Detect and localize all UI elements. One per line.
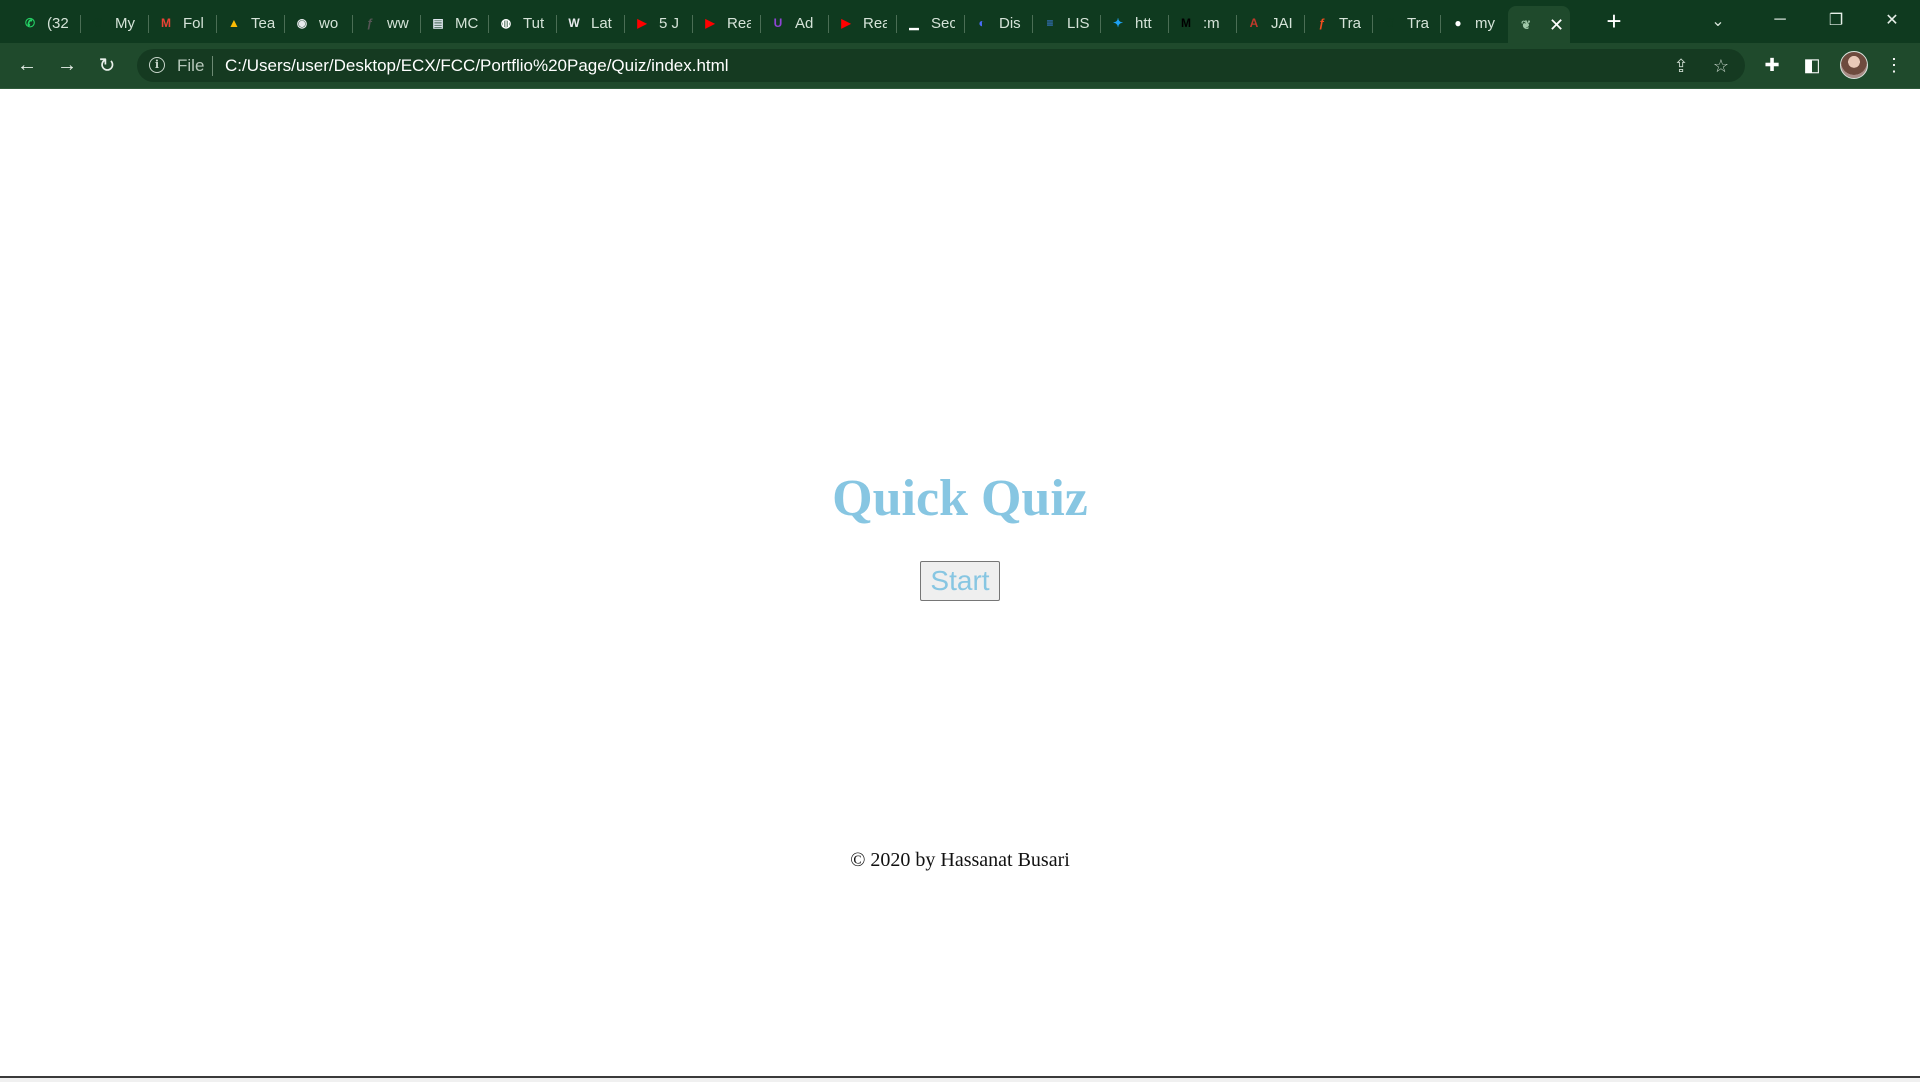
browser-tab[interactable]: ◍ Tut xyxy=(488,6,556,40)
browser-tab[interactable]: ✆ (32 xyxy=(12,6,80,40)
tab-title: :m xyxy=(1203,14,1220,32)
tab-title: Fol xyxy=(183,14,204,32)
google-docs-icon: ≡ xyxy=(1046,16,1054,30)
globe-icon: ◍ xyxy=(500,16,512,30)
youtube-icon: ▶ xyxy=(637,16,647,30)
browser-tab[interactable]: ❦ Tra xyxy=(1372,6,1440,40)
tab-title: Ad xyxy=(795,14,814,32)
browser-tab[interactable]: ● my xyxy=(1440,6,1508,40)
tab-title: wo xyxy=(319,14,339,32)
side-panel-icon[interactable]: ◧ xyxy=(1797,50,1827,80)
window-controls: ─ ❐ ✕ xyxy=(1752,0,1920,40)
tab-title: Tra xyxy=(1407,14,1429,32)
udemy-icon: U xyxy=(773,16,783,30)
restore-icon[interactable]: ❐ xyxy=(1808,0,1864,40)
kebab-menu-icon[interactable]: ⋮ xyxy=(1879,50,1909,80)
browser-tab[interactable]: ≡ LIS xyxy=(1032,6,1100,40)
tab-title: JAI xyxy=(1271,14,1293,32)
tab-title: Rea xyxy=(727,14,751,32)
tab-title: Tut xyxy=(523,14,545,32)
tab-title: LIS xyxy=(1067,14,1090,32)
tab-list: ✆ (32 ❦ My M Fol ▲ Tea ◉ wo ƒ ww ▤ MC ◍ Tut W Lat ▶ 5 J ▶ Rea… xyxy=(12,4,1570,44)
tab-title: MC xyxy=(455,14,479,32)
extensions-puzzle-icon[interactable]: ✚ xyxy=(1757,50,1787,80)
page-title: Quick Quiz xyxy=(832,470,1088,527)
minimize-icon[interactable]: ─ xyxy=(1752,0,1808,40)
back-arrow-icon[interactable]: ← xyxy=(11,49,43,81)
url-scheme-label: File xyxy=(177,56,205,75)
wordpress-icon: W xyxy=(568,16,580,30)
tab-title: 5 J xyxy=(659,14,680,32)
browser-toolbar: ← → ↻ i File C:/Users/user/Desktop/ECX/F… xyxy=(0,43,1920,89)
browser-tab[interactable]: ▶ Rea xyxy=(828,6,896,40)
medium-icon: M xyxy=(1181,16,1191,30)
avatar-icon: ◉ xyxy=(296,16,308,30)
tab-title: My xyxy=(115,14,135,32)
browser-tab[interactable]: ◐ Dis xyxy=(964,6,1032,40)
tab-search-icon[interactable]: ⌄ xyxy=(1702,6,1734,36)
browser-tab[interactable]: A JAI xyxy=(1236,6,1304,40)
google-drive-icon: ▲ xyxy=(228,16,240,30)
youtube-icon: ▶ xyxy=(705,16,715,30)
tab-title: Lat xyxy=(591,14,612,32)
close-window-icon[interactable]: ✕ xyxy=(1864,0,1920,40)
info-icon[interactable]: i xyxy=(149,57,165,73)
browser-tab[interactable]: ▶ 5 J xyxy=(624,6,692,40)
figma-icon: ƒ xyxy=(366,16,374,30)
figma-icon: ƒ xyxy=(1318,16,1326,30)
tab-title: Tea xyxy=(251,14,275,32)
leaf-icon: ❦ xyxy=(1384,16,1396,30)
browser-tab[interactable]: M Fol xyxy=(148,6,216,40)
bookmark-star-icon[interactable]: ☆ xyxy=(1708,54,1734,78)
share-icon[interactable]: ⇪ xyxy=(1668,54,1694,78)
reload-icon[interactable]: ↻ xyxy=(91,49,123,81)
browser-tab[interactable]: ▲ Tea xyxy=(216,6,284,40)
document-icon: ▤ xyxy=(432,16,444,30)
browser-tab[interactable]: ❦ My xyxy=(80,6,148,40)
browser-tab[interactable]: M :m xyxy=(1168,6,1236,40)
tab-strip: ✆ (32 ❦ My M Fol ▲ Tea ◉ wo ƒ ww ▤ MC ◍ Tut W Lat ▶ 5 J ▶ Rea… xyxy=(0,0,1920,44)
tab-title: htt xyxy=(1135,14,1152,32)
tab-title: Rea xyxy=(863,14,887,32)
tab-title: ww xyxy=(387,14,409,32)
whatsapp-icon: ✆ xyxy=(24,16,36,30)
bars-icon: ▁ xyxy=(909,16,919,30)
browser-window: ✆ (32 ❦ My M Fol ▲ Tea ◉ wo ƒ ww ▤ MC ◍ Tut W Lat ▶ 5 J ▶ Rea… xyxy=(0,0,1920,1082)
new-tab-button[interactable]: + xyxy=(1599,6,1629,36)
url-text[interactable]: C:/Users/user/Desktop/ECX/FCC/Portflio%2… xyxy=(225,56,729,76)
tab-title: Tra xyxy=(1339,14,1361,32)
tab-title: Sec xyxy=(931,14,955,32)
page-viewport: Quick Quiz Start © 2020 by Hassanat Busa… xyxy=(0,89,1920,1076)
window-bottom-edge xyxy=(0,1076,1920,1082)
url-separator xyxy=(212,56,213,76)
close-tab-icon[interactable]: ✕ xyxy=(1549,15,1564,36)
forward-arrow-icon[interactable]: → xyxy=(51,49,83,81)
address-bar[interactable]: i File C:/Users/user/Desktop/ECX/FCC/Por… xyxy=(137,49,1745,82)
browser-tab[interactable]: W Lat xyxy=(556,6,624,40)
twitter-icon: ✦ xyxy=(1112,16,1124,30)
tab-title: Dis xyxy=(999,14,1021,32)
profile-avatar[interactable] xyxy=(1840,51,1868,79)
browser-tab[interactable]: ƒ Tra xyxy=(1304,6,1372,40)
browser-tab[interactable]: ▶ Rea xyxy=(692,6,760,40)
tab-title: my xyxy=(1475,14,1495,32)
copyright-footer: © 2020 by Hassanat Busari xyxy=(850,849,1070,871)
leaf-icon: ❦ xyxy=(92,16,104,30)
browser-tab[interactable]: ▤ MC xyxy=(420,6,488,40)
font-icon: A xyxy=(1249,16,1259,30)
browser-tab[interactable]: ✦ htt xyxy=(1100,6,1168,40)
circle-logo-icon: ◐ xyxy=(978,16,986,30)
youtube-icon: ▶ xyxy=(841,16,851,30)
browser-tab[interactable]: ◉ wo xyxy=(284,6,352,40)
browser-tab[interactable]: U Ad xyxy=(760,6,828,40)
active-browser-tab[interactable]: ❦ ✕ xyxy=(1508,6,1570,44)
browser-tab[interactable]: ▁ Sec xyxy=(896,6,964,40)
tab-title: (32 xyxy=(47,14,69,32)
start-button[interactable]: Start xyxy=(920,561,1000,601)
browser-tab[interactable]: ƒ ww xyxy=(352,6,420,40)
gmail-icon: M xyxy=(161,16,171,30)
leaf-icon: ❦ xyxy=(1520,18,1532,32)
github-icon: ● xyxy=(1454,16,1462,30)
